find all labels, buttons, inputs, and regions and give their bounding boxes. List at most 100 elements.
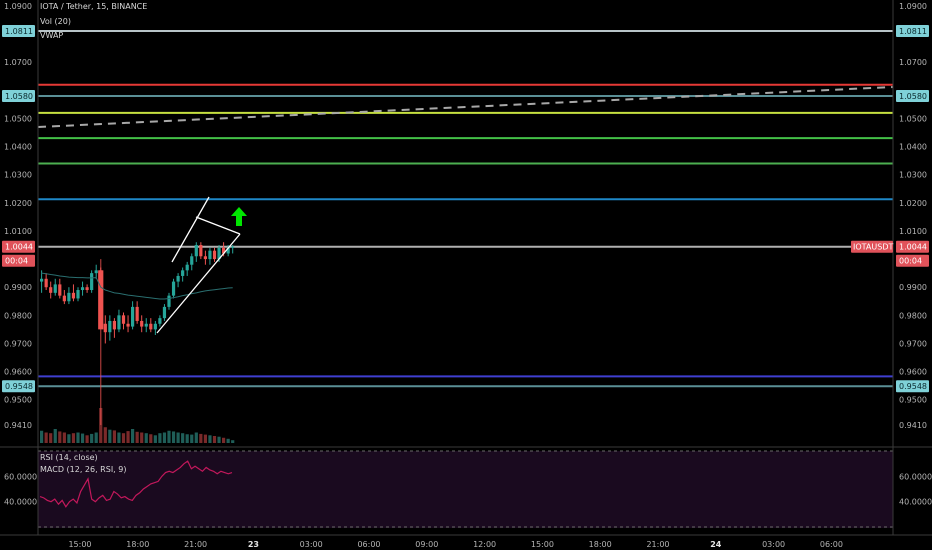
rsi-tick-label: 40.0000 — [4, 498, 37, 507]
volume-bar — [62, 432, 66, 443]
level-price-label: 1.0811 — [5, 27, 33, 36]
time-axis[interactable]: 15:00 18:00 21:00 23 03:00 06:00 09:00 12:00 15:… — [68, 540, 842, 549]
current-price-label: 1.0044 — [899, 243, 927, 252]
countdown-label: 00:04 — [5, 257, 28, 266]
price-tick-label: 0.9800 — [899, 311, 927, 320]
volume-bar — [67, 434, 71, 443]
time-tick-label: 03:00 — [300, 540, 323, 549]
price-tick-label: 1.0200 — [899, 199, 927, 208]
price-tick-label: 1.0200 — [4, 199, 32, 208]
time-tick-label: 06:00 — [820, 540, 843, 549]
price-tick-label: 0.9410 — [899, 421, 927, 430]
candle-body — [140, 320, 144, 327]
volume-bar — [194, 432, 198, 443]
candle-body — [131, 306, 135, 327]
candle-body — [98, 270, 104, 330]
volume-bar — [140, 432, 144, 443]
price-tick-label: 1.0400 — [4, 143, 32, 152]
left-price-axis[interactable]: 1.0900 1.0811 1.0700 1.0580 1.0500 1.0400 1.03… — [2, 2, 35, 430]
symbol-legend[interactable]: IOTA / Tether, 15, BINANCE — [40, 3, 147, 11]
price-tick-label: 1.0700 — [4, 58, 32, 67]
level-price-label: 0.9548 — [5, 382, 33, 391]
time-tick-label: 12:00 — [473, 540, 496, 549]
volume-bar — [44, 432, 48, 443]
candle-body — [108, 320, 112, 333]
chart-canvas[interactable]: 1.0900 1.0811 1.0700 1.0580 1.0500 1.0400 1.03… — [0, 0, 932, 550]
volume-bar — [199, 433, 203, 443]
volume-bar — [76, 432, 80, 443]
wedge-top-line[interactable] — [195, 216, 241, 235]
time-tick-label: 21:00 — [184, 540, 207, 549]
rsi-panel — [38, 450, 893, 528]
candle-body — [58, 284, 62, 296]
candle-body — [67, 292, 71, 302]
time-tick-label: 21:00 — [646, 540, 669, 549]
level-price-label: 1.0580 — [5, 92, 33, 101]
right-price-axis[interactable]: 1.0900 1.0811 1.0700 1.0580 1.0500 1.0400 1.03… — [851, 2, 929, 430]
candle-body — [144, 323, 148, 327]
wedge-pattern[interactable] — [156, 196, 241, 334]
candle-body — [40, 278, 44, 282]
price-tick-label: 0.9500 — [4, 396, 32, 405]
time-tick-label: 23 — [248, 540, 259, 549]
volume-bar — [185, 434, 189, 443]
candle-body — [71, 292, 76, 299]
time-tick-label: 18:00 — [589, 540, 612, 549]
macd-legend[interactable]: MACD (12, 26, RSI, 9) — [40, 466, 126, 474]
price-tick-label: 1.0900 — [4, 2, 32, 11]
volume-bar — [135, 431, 139, 443]
candle-body — [149, 323, 153, 330]
price-tick-label: 1.0900 — [899, 2, 927, 11]
candle-body — [190, 256, 194, 265]
volume-bar — [58, 431, 62, 443]
volume-bar — [49, 433, 53, 443]
volume-bar — [80, 433, 85, 443]
level-price-label: 1.0811 — [899, 27, 927, 36]
rsi-tick-label: 60.0000 — [899, 472, 932, 481]
price-tick-label: 1.0100 — [899, 227, 927, 236]
current-price-label: 1.0044 — [5, 243, 33, 252]
volume-bar — [203, 434, 207, 443]
price-tick-label: 0.9800 — [4, 311, 32, 320]
vwap-legend[interactable]: VWAP — [40, 32, 63, 40]
price-tick-label: 0.9900 — [4, 283, 32, 292]
candle-body — [153, 323, 157, 330]
price-tick-label: 0.9900 — [899, 283, 927, 292]
wedge-lower-line[interactable] — [156, 233, 241, 334]
volume-bar — [53, 429, 57, 443]
trading-chart-app: 1.0900 1.0811 1.0700 1.0580 1.0500 1.0400 1.03… — [0, 0, 932, 550]
volume-bar — [117, 432, 121, 443]
candle-body — [90, 273, 94, 291]
candle-body — [167, 295, 171, 307]
candle-body — [158, 318, 162, 324]
candle-body — [53, 284, 57, 293]
volume-bar — [208, 435, 212, 443]
candle-body — [76, 290, 80, 299]
volume-bar — [108, 429, 112, 443]
time-tick-label: 09:00 — [415, 540, 438, 549]
price-tick-label: 0.9410 — [4, 421, 32, 430]
trendline[interactable] — [37, 86, 894, 128]
candle-body — [80, 287, 85, 291]
candle-body — [94, 270, 98, 274]
volume-bar — [85, 435, 89, 443]
wedge-upper-line[interactable] — [171, 196, 210, 263]
volume-legend[interactable]: Vol (20) — [40, 18, 71, 26]
dashed-trendline[interactable] — [37, 86, 894, 128]
level-price-label: 0.9548 — [899, 382, 927, 391]
volume-bar — [212, 436, 217, 443]
ticker-label: IOTAUSDT — [853, 243, 893, 252]
volume-bar — [144, 433, 148, 443]
candle-body — [208, 250, 212, 260]
volume-bar — [126, 431, 130, 443]
rsi-legend[interactable]: RSI (14, close) — [40, 454, 98, 462]
time-tick-label: 03:00 — [762, 540, 785, 549]
volume-bar — [158, 433, 162, 443]
candle-body — [103, 323, 107, 333]
candle-body — [199, 245, 203, 257]
volume-bars — [40, 408, 235, 443]
up-arrow-icon — [231, 207, 247, 226]
price-tick-label: 1.0500 — [899, 114, 927, 123]
candle-body — [62, 295, 66, 302]
candle-body — [44, 278, 48, 288]
